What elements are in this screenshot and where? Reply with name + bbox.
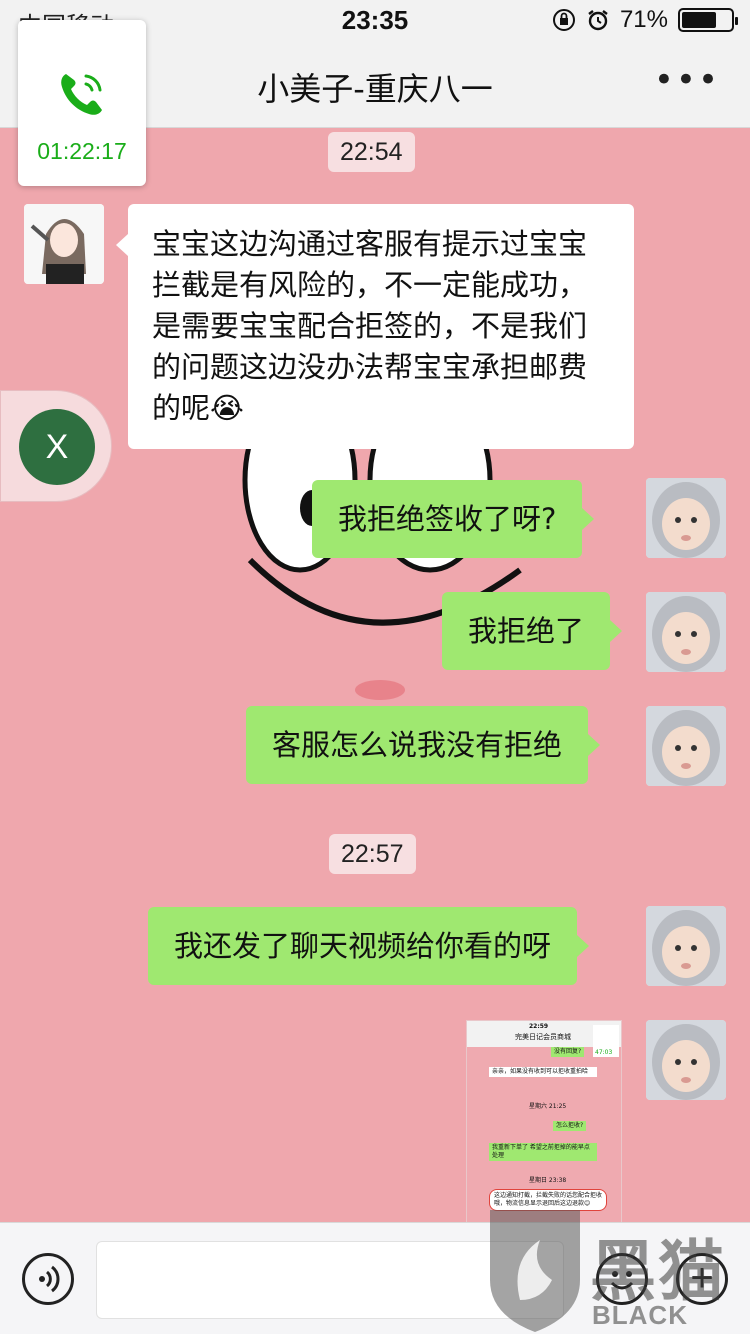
phone-icon (61, 74, 102, 115)
thumb-call-duration: 47:03 (595, 1049, 613, 1056)
baby-avatar-image (646, 706, 726, 786)
baby-avatar-image (646, 592, 726, 672)
voice-icon (39, 1265, 60, 1293)
cat-shield-logo (490, 1210, 580, 1332)
call-duration: 01:22:17 (37, 138, 127, 164)
my-avatar[interactable] (646, 478, 726, 558)
baby-avatar-image (646, 1020, 726, 1100)
outgoing-message-bubble[interactable]: 客服怎么说我没有拒绝 (246, 706, 601, 784)
message-text: 客服怎么说我没有拒绝 (272, 728, 563, 762)
outgoing-message-bubble[interactable]: 我还发了聊天视频给你看的呀 (148, 907, 590, 985)
message-text: 我拒绝了 (468, 614, 585, 648)
background-cartoon (242, 420, 522, 700)
my-avatar[interactable] (646, 1020, 726, 1100)
baby-avatar-image (646, 478, 726, 558)
image-message[interactable]: 22:59 完美日记会员商城 47:03 没有回复? 亲亲，如果没有收到可以拒收… (466, 1020, 622, 1224)
alarm-icon (588, 10, 608, 31)
message-text: 我还发了聊天视频给你看的呀 (174, 929, 552, 963)
message-text: 我拒绝签收了呀? (338, 502, 557, 536)
message-text: 宝宝这边沟通过客服有提示过宝宝拦截是有风险的，不一定能成功，是需要宝宝配合拒签的… (152, 227, 588, 425)
incoming-message-bubble[interactable]: 宝宝这边沟通过客服有提示过宝宝拦截是有风险的，不一定能成功，是需要宝宝配合拒签的… (116, 204, 634, 449)
floating-call-window[interactable]: 01:22:17 (18, 20, 146, 186)
thumb-line: 没有回复? (551, 1047, 585, 1057)
my-avatar[interactable] (646, 592, 726, 672)
thumb-time: 22:59 (529, 1023, 549, 1030)
status-right-group: 71% (552, 6, 738, 34)
timestamp: 22:57 (329, 834, 416, 874)
outgoing-message-bubble[interactable]: 我拒绝了 (442, 592, 623, 670)
outgoing-message-bubble[interactable]: 我拒绝签收了呀? (312, 480, 595, 558)
thumb-line: 亲亲，如果没有收到可以拒收重拍哈 (489, 1067, 597, 1077)
watermark-en: BLACK CAT (592, 1300, 688, 1334)
baby-avatar-image (646, 906, 726, 986)
orientation-lock-icon (552, 9, 575, 31)
battery-icon (678, 8, 738, 32)
girl-avatar-image (24, 204, 104, 284)
my-avatar[interactable] (646, 906, 726, 986)
app-letter-icon: X (19, 409, 95, 485)
battery-fill (682, 12, 717, 28)
floating-app-button[interactable]: X (0, 390, 112, 502)
voice-input-button[interactable] (22, 1253, 74, 1305)
my-avatar[interactable] (646, 706, 726, 786)
thumb-line: 星期日 23:38 (529, 1177, 567, 1184)
battery-percent: 71% (619, 6, 668, 33)
timestamp: 22:54 (328, 132, 415, 172)
thumb-line: 我重新下单了 希望之前拒掉的能早点处理 (489, 1143, 597, 1161)
thumb-title: 完美日记会员商城 (515, 1033, 571, 1041)
black-cat-watermark: 黑猫 BLACK CAT (480, 1200, 750, 1334)
more-options-button[interactable]: ••• (654, 60, 720, 100)
thumb-line: 星期六 21:25 (529, 1103, 567, 1110)
thumb-line: 怎么拒收? (553, 1121, 587, 1131)
contact-avatar[interactable] (24, 204, 104, 284)
